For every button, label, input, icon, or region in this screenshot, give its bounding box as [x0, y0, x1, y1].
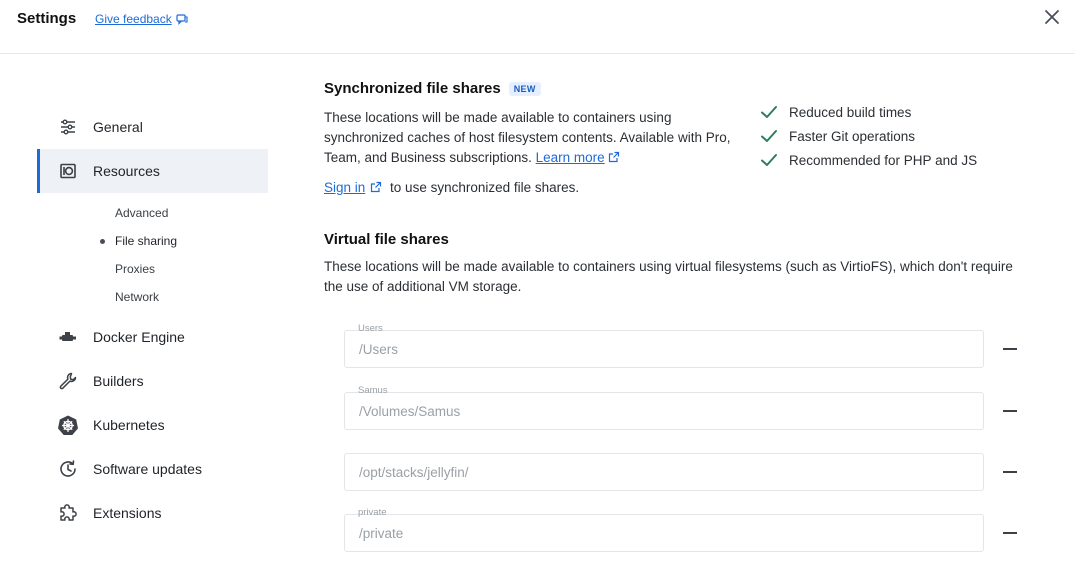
engine-icon — [55, 324, 81, 350]
minus-icon — [1003, 348, 1017, 350]
share-label: Samus — [358, 385, 388, 396]
kubernetes-icon — [55, 412, 81, 438]
sidebar-item-extensions[interactable]: Extensions — [37, 491, 268, 535]
sliders-icon — [55, 114, 81, 140]
share-path-field[interactable]: /opt/stacks/jellyfin/ — [344, 453, 984, 491]
benefit-item: Reduced build times — [760, 100, 1030, 124]
wrench-icon — [55, 368, 81, 394]
sidebar-item-label: Resources — [93, 163, 160, 179]
sync-section-title: Synchronized file shares NEW — [324, 80, 1024, 97]
checkmark-icon — [761, 130, 777, 142]
sidebar-item-kubernetes[interactable]: Kubernetes — [37, 403, 268, 447]
benefit-label: Faster Git operations — [789, 128, 916, 144]
sidebar-item-label: Builders — [93, 373, 144, 389]
share-label: private — [358, 507, 387, 518]
puzzle-icon — [55, 500, 81, 526]
sidebar-item-label: Kubernetes — [93, 417, 165, 433]
resources-icon — [55, 158, 81, 184]
virtual-description: These locations will be made available t… — [324, 259, 1013, 294]
share-path-field[interactable]: /Volumes/Samus — [344, 392, 984, 430]
give-feedback-label: Give feedback — [95, 12, 172, 26]
settings-sidebar: General Resources Advanced File sharing … — [37, 105, 268, 535]
sign-in-label: Sign in — [324, 180, 366, 195]
file-share-entry: /Users Users — [344, 320, 1034, 368]
virtual-section-title: Virtual file shares — [324, 231, 449, 248]
subnav-item-label: Network — [115, 290, 160, 304]
sidebar-item-label: General — [93, 119, 143, 135]
settings-header: Settings Give feedback — [0, 0, 1075, 54]
sidebar-item-docker-engine[interactable]: Docker Engine — [37, 315, 268, 359]
new-badge: NEW — [508, 81, 541, 96]
remove-share-button[interactable] — [1002, 409, 1018, 413]
share-path-field[interactable]: /Users — [344, 330, 984, 368]
sign-in-row: Sign in to use synchronized file shares. — [324, 180, 579, 195]
current-indicator-dot — [100, 239, 105, 244]
sidebar-item-label: Docker Engine — [93, 329, 185, 345]
file-share-entry: /private private — [344, 504, 1034, 552]
sidebar-item-general[interactable]: General — [37, 105, 268, 149]
remove-share-button[interactable] — [1002, 470, 1018, 474]
page-title: Settings — [17, 10, 77, 27]
sidebar-item-software-updates[interactable]: Software updates — [37, 447, 268, 491]
learn-more-label: Learn more — [535, 150, 605, 165]
file-share-entry: /opt/stacks/jellyfin/ — [344, 443, 1034, 491]
share-label: Users — [358, 323, 383, 334]
checkmark-icon — [761, 154, 777, 166]
minus-icon — [1003, 471, 1017, 473]
external-link-icon — [371, 181, 382, 193]
benefit-item: Faster Git operations — [760, 124, 1030, 148]
sign-in-suffix: to use synchronized file shares. — [390, 180, 580, 195]
remove-share-button[interactable] — [1002, 531, 1018, 535]
sidebar-item-label: Extensions — [93, 505, 162, 521]
external-link-icon — [608, 151, 619, 163]
sync-description-text: These locations will be made available t… — [324, 110, 731, 165]
feedback-icon — [176, 14, 188, 25]
file-share-entry: /Volumes/Samus Samus — [344, 382, 1034, 430]
sidebar-item-builders[interactable]: Builders — [37, 359, 268, 403]
subnav-item-file-sharing[interactable]: File sharing — [37, 227, 268, 255]
checkmark-icon — [761, 106, 777, 118]
subnav-item-advanced[interactable]: Advanced — [37, 199, 268, 227]
subnav-item-label: Advanced — [115, 206, 169, 220]
benefits-list: Reduced build times Faster Git operation… — [760, 100, 1030, 172]
file-sharing-panel: Synchronized file shares NEW These locat… — [324, 80, 1024, 294]
sign-in-link[interactable]: Sign in — [324, 180, 365, 195]
subnav-item-proxies[interactable]: Proxies — [37, 255, 268, 283]
sidebar-item-label: Software updates — [93, 461, 202, 477]
subnav-item-label: File sharing — [115, 234, 178, 248]
benefit-item: Recommended for PHP and JS — [760, 148, 1030, 172]
sync-title-text: Synchronized file shares — [324, 80, 501, 97]
learn-more-link[interactable]: Learn more — [536, 150, 620, 165]
clock-update-icon — [55, 456, 81, 482]
minus-icon — [1003, 410, 1017, 412]
subnav-item-network[interactable]: Network — [37, 283, 268, 311]
benefit-label: Recommended for PHP and JS — [789, 152, 978, 168]
subnav-item-label: Proxies — [115, 262, 156, 276]
benefit-label: Reduced build times — [789, 104, 912, 120]
minus-icon — [1003, 532, 1017, 534]
resources-subnav: Advanced File sharing Proxies Network — [37, 193, 268, 315]
sidebar-item-resources[interactable]: Resources — [37, 149, 268, 193]
close-icon[interactable] — [1043, 8, 1061, 26]
give-feedback-link[interactable]: Give feedback — [95, 12, 188, 26]
sync-description: These locations will be made available t… — [324, 108, 744, 168]
remove-share-button[interactable] — [1002, 347, 1018, 351]
share-path-field[interactable]: /private — [344, 514, 984, 552]
